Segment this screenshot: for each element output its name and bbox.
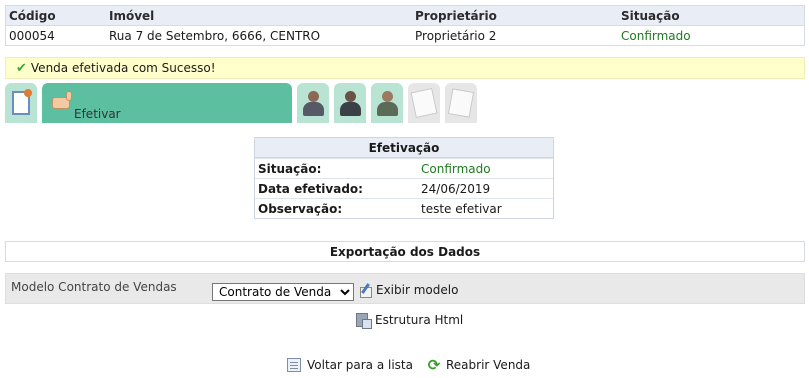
header-situacao: Situação	[621, 8, 680, 23]
contract-model-select[interactable]: Contrato de Venda	[212, 283, 354, 301]
persons-icon	[302, 89, 324, 117]
step-contract[interactable]	[5, 83, 37, 123]
field-label: Observação:	[258, 201, 343, 216]
certificate-icon	[12, 89, 32, 115]
table-row: Data efetivado: 24/06/2019	[255, 178, 553, 198]
table-row: 000054 Rua 7 de Setembro, 6666, CENTRO P…	[6, 25, 804, 45]
efetivacao-panel: Efetivação Situação: Confirmado Data efe…	[254, 137, 554, 219]
export-section-title: Exportação dos Dados	[5, 241, 805, 262]
step-person-green[interactable]	[371, 83, 403, 123]
step-papers[interactable]	[445, 83, 477, 123]
exibir-modelo-label: Exibir modelo	[376, 283, 459, 297]
reabrir-button[interactable]: ⟳ Reabrir Venda	[426, 356, 531, 374]
cell-codigo: 000054	[9, 28, 55, 43]
bottom-actions: Voltar para a lista ⟳ Reabrir Venda	[287, 357, 543, 373]
header-proprietario: Proprietário	[415, 8, 497, 23]
cell-imovel: Rua 7 de Setembro, 6666, CENTRO	[109, 28, 321, 43]
header-codigo: Código	[9, 8, 56, 23]
contract-model-label: Modelo Contrato de Vendas	[11, 280, 177, 294]
documents-icon	[410, 87, 438, 119]
list-icon	[287, 358, 301, 372]
success-message: ✔ Venda efetivada com Sucesso!	[5, 57, 805, 79]
refresh-icon: ⟳	[427, 356, 441, 374]
summary-table: Código Imóvel Proprietário Situação 0000…	[5, 5, 805, 46]
field-label: Data efetivado:	[258, 181, 363, 196]
exibir-modelo-link[interactable]: Exibir modelo	[359, 283, 459, 298]
step-documents[interactable]	[408, 83, 440, 123]
step-efetivar-label: Efetivar	[74, 107, 121, 121]
estrutura-html-label: Estrutura Html	[375, 313, 464, 327]
structure-icon	[355, 312, 372, 329]
checkmark-icon: ✔	[16, 60, 27, 76]
step-person-dark[interactable]	[334, 83, 366, 123]
header-imovel: Imóvel	[109, 8, 155, 23]
success-message-text: Venda efetivada com Sucesso!	[30, 61, 216, 75]
step-efetivar[interactable]: Efetivar	[42, 83, 292, 123]
cell-situacao: Confirmado	[621, 28, 691, 43]
field-label: Situação:	[258, 161, 322, 176]
field-value: 24/06/2019	[421, 181, 491, 196]
cell-proprietario: Proprietário 2	[415, 28, 497, 43]
table-row: Observação: teste efetivar	[255, 198, 553, 218]
person-icon	[339, 89, 361, 117]
step-persons[interactable]	[297, 83, 329, 123]
efetivacao-title: Efetivação	[255, 138, 553, 158]
estrutura-html-link[interactable]: Estrutura Html	[355, 312, 464, 329]
voltar-button[interactable]: Voltar para a lista	[287, 358, 413, 372]
summary-header-row: Código Imóvel Proprietário Situação	[6, 6, 804, 25]
hand-icon	[52, 91, 76, 111]
person-tie-icon	[376, 89, 398, 117]
papers-icon	[447, 88, 475, 118]
contract-model-bar: Modelo Contrato de Vendas Contrato de Ve…	[5, 273, 805, 304]
table-row: Situação: Confirmado	[255, 158, 553, 178]
field-value: teste efetivar	[421, 201, 502, 216]
edit-icon	[359, 283, 373, 298]
voltar-label: Voltar para a lista	[307, 358, 413, 372]
field-value: Confirmado	[421, 161, 491, 176]
reabrir-label: Reabrir Venda	[445, 358, 531, 372]
